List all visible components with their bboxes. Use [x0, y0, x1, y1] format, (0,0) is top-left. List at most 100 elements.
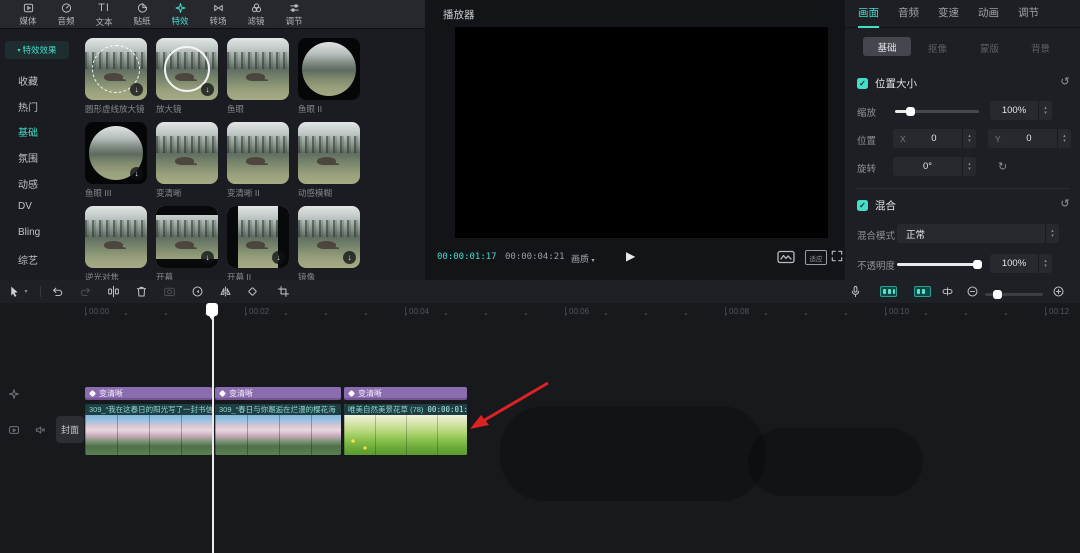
position-y-stepper[interactable]: ▴▾: [1057, 129, 1071, 148]
sidebar-item-variety[interactable]: 综艺: [18, 252, 38, 267]
tab-media[interactable]: 媒体: [8, 2, 48, 27]
effect-item[interactable]: ↓ 开幕 II: [227, 206, 293, 283]
tab-filter[interactable]: 滤镜: [236, 2, 276, 27]
effect-item[interactable]: 动感模糊: [298, 122, 364, 199]
effect-item[interactable]: 变清晰: [156, 122, 222, 199]
blend-mode-dropdown[interactable]: 正常 ▴▾: [897, 224, 1059, 243]
play-button[interactable]: ▶: [626, 249, 635, 263]
timeline-zoom-slider[interactable]: [985, 293, 1043, 296]
opacity-value-box[interactable]: 100% ▴▾: [990, 254, 1052, 273]
tab-speed[interactable]: 变速: [938, 0, 959, 26]
effect-item[interactable]: ↓ 鱼眼 III: [85, 122, 151, 199]
effect-clip[interactable]: 变清晰: [344, 387, 467, 400]
split-button[interactable]: [104, 283, 122, 300]
sidebar-item-dv[interactable]: DV: [18, 201, 32, 212]
tab-picture[interactable]: 画面: [858, 0, 879, 28]
tab-effects[interactable]: 特效: [160, 2, 200, 27]
sidebar-item-basic[interactable]: 基础: [18, 124, 38, 139]
rotate-button[interactable]: [243, 283, 261, 300]
cover-button[interactable]: 封面: [56, 416, 84, 443]
tab-animation[interactable]: 动画: [978, 0, 999, 26]
freeze-frame-button[interactable]: [160, 283, 178, 300]
sidebar-header[interactable]: ▾ 特效效果: [5, 41, 69, 59]
video-clip-selected[interactable]: 唯美自然美景花草 (78) 00:00:01:17: [344, 404, 467, 455]
position-size-checkbox[interactable]: ✓: [857, 78, 868, 89]
reverse-button[interactable]: [188, 283, 206, 300]
video-clip[interactable]: 309_“我在这春日的阳光写了一封书信: [85, 404, 212, 455]
playhead-line[interactable]: [212, 303, 214, 553]
reset-position-size-icon[interactable]: ↺: [1058, 75, 1072, 88]
video-clip[interactable]: 309_“春日与你邂逅在烂漫的樱花海: [215, 404, 341, 455]
effect-item[interactable]: 逆光对焦: [85, 206, 151, 283]
position-y-box[interactable]: Y 0 ▴▾: [988, 129, 1071, 148]
subtab-mask[interactable]: 蒙版: [980, 41, 999, 55]
zoom-out-button[interactable]: [963, 283, 981, 300]
track-mute-icon[interactable]: [34, 424, 46, 436]
scale-stepper[interactable]: ▴▾: [1038, 101, 1052, 120]
scale-value-box[interactable]: 100% ▴▾: [990, 101, 1052, 120]
opacity-slider-handle[interactable]: [973, 260, 982, 269]
playhead-handle[interactable]: [206, 303, 218, 316]
mirror-button[interactable]: [216, 283, 234, 300]
tab-sticker[interactable]: 贴纸: [122, 2, 162, 27]
tab-audio-props[interactable]: 音频: [898, 0, 919, 26]
link-clips-button[interactable]: [938, 283, 956, 300]
tab-text[interactable]: TI 文本: [84, 2, 124, 27]
effect-item[interactable]: ↓ 圆形虚线放大镜: [85, 38, 151, 115]
subtab-background[interactable]: 背景: [1031, 41, 1050, 55]
tab-effects-label: 特效: [171, 15, 188, 27]
toolbar-divider: [40, 286, 41, 297]
tab-adjust[interactable]: 调节: [274, 2, 314, 27]
sidebar-item-favorites[interactable]: 收藏: [18, 73, 38, 88]
sidebar-item-ambience[interactable]: 氛围: [18, 150, 38, 165]
zoom-in-button[interactable]: [1049, 283, 1067, 300]
tab-audio[interactable]: 音频: [46, 2, 86, 27]
select-tool-chevron-icon[interactable]: ▾: [21, 283, 31, 300]
delete-button[interactable]: [132, 283, 150, 300]
undo-button[interactable]: [48, 283, 66, 300]
timeline-zoom-handle[interactable]: [993, 290, 1002, 299]
position-x-stepper[interactable]: ▴▾: [962, 129, 976, 148]
effect-thumbnail: ↓: [298, 206, 360, 268]
opacity-stepper[interactable]: ▴▾: [1038, 254, 1052, 273]
auto-snap-toggle[interactable]: [914, 286, 931, 297]
fullscreen-icon[interactable]: [831, 250, 843, 262]
blend-checkbox[interactable]: ✓: [857, 200, 868, 211]
render-preview-icon[interactable]: [777, 250, 795, 264]
subtab-basic[interactable]: 基础: [863, 37, 911, 56]
effect-item[interactable]: 鱼眼: [227, 38, 293, 115]
sidebar-item-dynamic[interactable]: 动感: [18, 176, 38, 191]
rotate-dial-icon[interactable]: ↻: [998, 160, 1007, 173]
sidebar-item-bling[interactable]: Bling: [18, 227, 40, 238]
effect-item[interactable]: ↓ 开幕: [156, 206, 222, 283]
rotate-stepper[interactable]: ▴▾: [962, 157, 976, 176]
tab-adjustment[interactable]: 调节: [1018, 0, 1039, 26]
subtab-cutout[interactable]: 抠像: [928, 41, 947, 55]
record-voiceover-button[interactable]: [846, 283, 864, 300]
effect-item[interactable]: 变清晰 II: [227, 122, 293, 199]
video-preview[interactable]: [455, 27, 828, 238]
scale-slider-handle[interactable]: [906, 107, 915, 116]
tab-transition[interactable]: 转场: [198, 2, 238, 27]
main-track-magnet-toggle[interactable]: [880, 286, 897, 297]
fit-ratio-button[interactable]: 适应: [805, 250, 827, 265]
quality-dropdown[interactable]: 画质 ▾: [571, 252, 595, 265]
opacity-slider[interactable]: [897, 263, 982, 266]
redo-button[interactable]: [76, 283, 94, 300]
effect-item[interactable]: ↓ 放大镜: [156, 38, 222, 115]
effect-clip-icon: [89, 390, 96, 397]
blend-mode-stepper[interactable]: ▴▾: [1045, 224, 1059, 243]
scale-slider[interactable]: [895, 110, 979, 113]
effect-item[interactable]: 鱼眼 II: [298, 38, 364, 115]
rotate-value-box[interactable]: 0° ▴▾: [893, 157, 976, 176]
track-visibility-icon[interactable]: [8, 424, 20, 436]
effect-clip[interactable]: 变清晰: [85, 387, 212, 400]
reset-blend-icon[interactable]: ↺: [1058, 197, 1072, 210]
blend-title: 混合: [875, 198, 896, 213]
timeline-area[interactable]: 00:00 00:02 00:04 00:06 00:08 00:10 00:1…: [0, 303, 1080, 553]
effect-item[interactable]: ↓ 镜像: [298, 206, 364, 283]
effect-clip[interactable]: 变清晰: [215, 387, 341, 400]
sidebar-item-hot[interactable]: 热门: [18, 99, 38, 114]
position-x-box[interactable]: X 0 ▴▾: [893, 129, 976, 148]
crop-button[interactable]: [274, 283, 292, 300]
